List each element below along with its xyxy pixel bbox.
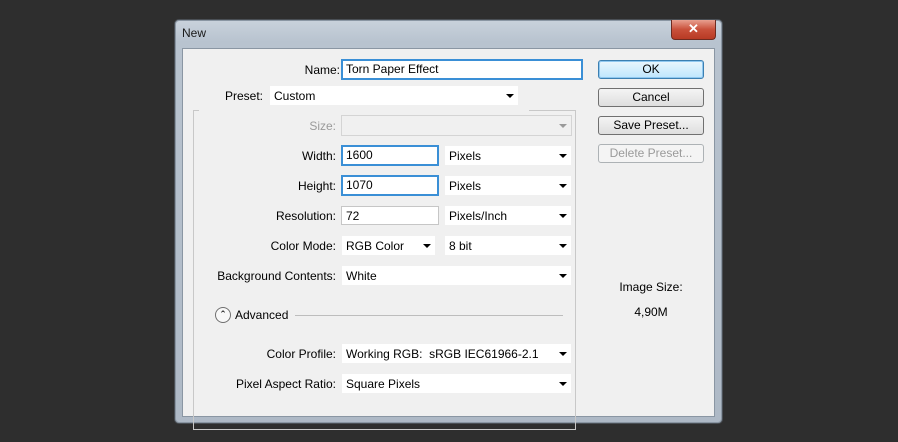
save-preset-button[interactable]: Save Preset... xyxy=(598,116,704,135)
size-label: Size: xyxy=(309,119,336,133)
chevron-down-icon xyxy=(559,352,567,356)
chevron-down-icon xyxy=(559,244,567,248)
color-mode-value: RGB Color xyxy=(346,239,405,253)
pixel-aspect-ratio-label: Pixel Aspect Ratio: xyxy=(235,377,336,391)
advanced-toggle-icon[interactable]: ⌃ xyxy=(215,307,231,323)
new-document-dialog: New ✕ Name: Torn Paper Effect Preset: Cu… xyxy=(174,19,723,430)
height-input[interactable]: 1070 xyxy=(341,175,439,196)
close-button[interactable]: ✕ xyxy=(671,20,716,40)
width-unit-select[interactable]: Pixels xyxy=(444,145,572,166)
resolution-unit-value: Pixels/Inch xyxy=(449,209,508,223)
image-size-label: Image Size: xyxy=(619,280,683,294)
bit-depth-value: 8 bit xyxy=(449,239,472,253)
advanced-label[interactable]: Advanced xyxy=(235,308,288,322)
resolution-unit-select[interactable]: Pixels/Inch xyxy=(444,205,572,226)
width-unit-value: Pixels xyxy=(449,149,482,163)
width-input[interactable]: 1600 xyxy=(341,145,439,166)
chevron-down-icon xyxy=(559,274,567,278)
advanced-divider xyxy=(295,315,563,316)
pixel-aspect-ratio-value: Square Pixels xyxy=(346,377,421,391)
height-unit-select[interactable]: Pixels xyxy=(444,175,572,196)
color-profile-label: Color Profile: xyxy=(266,347,336,361)
image-size-value: 4,90M xyxy=(634,305,668,319)
resolution-input[interactable]: 72 xyxy=(341,206,439,225)
chevron-down-icon xyxy=(559,214,567,218)
color-mode-label: Color Mode: xyxy=(270,239,336,253)
chevron-down-icon xyxy=(559,124,567,128)
background-contents-value: White xyxy=(346,269,377,283)
size-select xyxy=(341,115,572,136)
preset-select-value: Custom xyxy=(274,89,316,103)
chevron-down-icon xyxy=(559,184,567,188)
cancel-button[interactable]: Cancel xyxy=(598,88,704,107)
background-contents-select[interactable]: White xyxy=(341,265,572,286)
delete-preset-button: Delete Preset... xyxy=(598,144,704,163)
preset-select[interactable]: Custom xyxy=(269,85,519,106)
chevron-down-icon xyxy=(506,94,514,98)
resolution-label: Resolution: xyxy=(275,209,336,223)
chevron-down-icon xyxy=(423,244,431,248)
pixel-aspect-ratio-select[interactable]: Square Pixels xyxy=(341,373,572,394)
background-contents-label: Background Contents: xyxy=(217,269,336,283)
bit-depth-select[interactable]: 8 bit xyxy=(444,235,572,256)
height-unit-value: Pixels xyxy=(449,179,482,193)
height-label: Height: xyxy=(297,179,336,193)
preset-label: Preset: xyxy=(224,89,263,103)
ok-button[interactable]: OK xyxy=(598,60,704,79)
color-profile-value: Working RGB: sRGB IEC61966-2.1 xyxy=(346,347,539,361)
chevron-down-icon xyxy=(559,154,567,158)
dialog-body: Name: Torn Paper Effect Preset: Custom S… xyxy=(182,48,715,430)
color-profile-select[interactable]: Working RGB: sRGB IEC61966-2.1 xyxy=(341,343,572,364)
width-label: Width: xyxy=(301,149,336,163)
name-label: Name: xyxy=(304,63,340,77)
name-input[interactable]: Torn Paper Effect xyxy=(341,59,583,80)
chevron-down-icon xyxy=(559,382,567,386)
color-mode-select[interactable]: RGB Color xyxy=(341,235,436,256)
dialog-title: New xyxy=(182,26,207,40)
